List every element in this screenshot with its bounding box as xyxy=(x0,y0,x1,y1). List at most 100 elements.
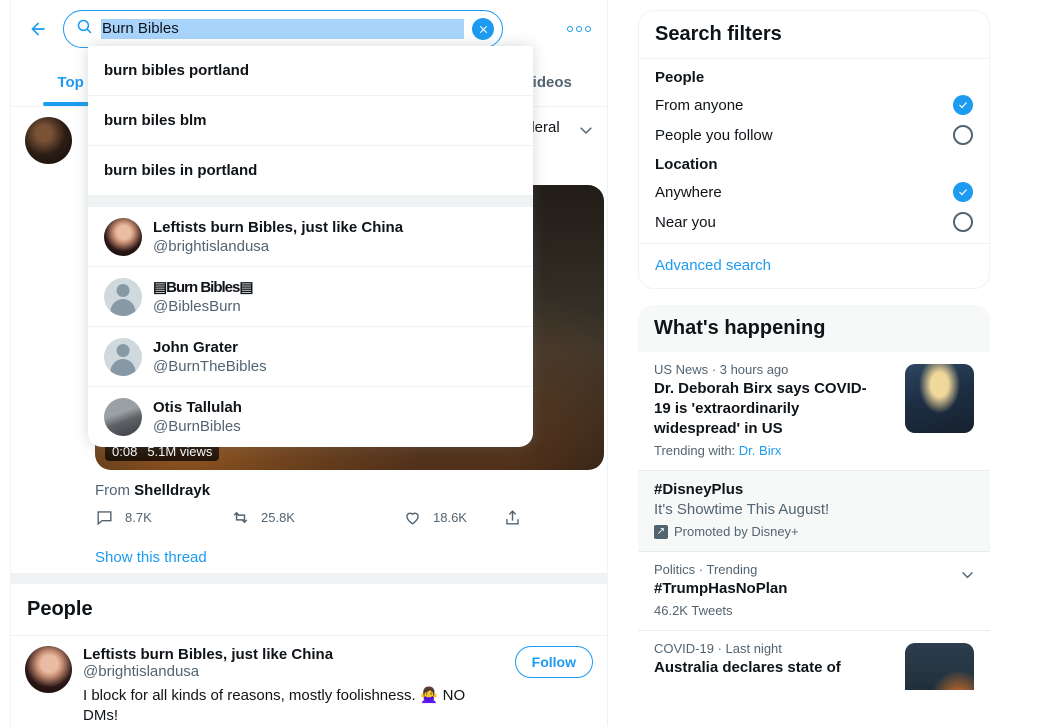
arrow-left-icon xyxy=(31,22,45,36)
radio-selected-icon[interactable] xyxy=(953,95,973,115)
trending-with-label: Trending with: xyxy=(654,443,736,458)
filter-option-near-you[interactable]: Near you xyxy=(655,207,973,237)
avatar xyxy=(104,217,142,256)
user-suggestion-text: ▤Burn Bibles▤ @BiblesBurn xyxy=(153,278,254,316)
avatar[interactable] xyxy=(25,646,72,693)
retweet-count: 25.8K xyxy=(261,510,295,525)
clear-search-button[interactable] xyxy=(472,18,494,40)
avatar xyxy=(104,277,142,316)
promoted-tagline: It's Showtime This August! xyxy=(654,501,830,518)
trending-with-link[interactable]: Dr. Birx xyxy=(739,443,782,458)
from-name[interactable]: Shelldrayk xyxy=(134,482,210,499)
user-handle: @BurnBibles xyxy=(153,418,241,435)
promoted-item[interactable]: #DisneyPlus It's Showtime This August! ↗… xyxy=(638,471,990,552)
tab-label: Top xyxy=(57,73,84,91)
search-suggestions-dropdown: burn bibles portland burn biles blm burn… xyxy=(88,46,533,447)
search-icon xyxy=(76,18,93,40)
birx-thumbnail xyxy=(905,364,974,433)
avatar[interactable] xyxy=(25,117,72,164)
person-info: Leftists burn Bibles, just like China @b… xyxy=(83,646,504,726)
user-name: John Grater xyxy=(153,338,239,356)
filter-label: Near you xyxy=(655,213,716,231)
user-suggestion-item[interactable]: John Grater @BurnTheBibles xyxy=(88,327,533,387)
tweet-source: From Shelldrayk xyxy=(95,482,210,499)
user-suggestion-item[interactable]: Otis Tallulah @BurnBibles xyxy=(88,387,533,447)
avatar xyxy=(104,398,142,436)
user-name: Leftists burn Bibles, just like China xyxy=(153,218,404,236)
reply-action[interactable]: 8.7K xyxy=(95,508,231,527)
reply-count: 8.7K xyxy=(125,510,152,525)
more-options-button[interactable] xyxy=(561,12,597,46)
share-icon xyxy=(506,510,519,525)
city-thumbnail xyxy=(905,643,974,690)
trend-meta: Politics · Trending xyxy=(654,562,758,577)
show-thread-link[interactable]: Show this thread xyxy=(95,549,207,566)
like-icon xyxy=(406,512,419,525)
filter-label: From anyone xyxy=(655,96,744,114)
user-handle: @BurnTheBibles xyxy=(153,357,267,375)
retweet-icon xyxy=(233,511,248,524)
suggestion-item[interactable]: burn biles blm xyxy=(88,96,533,146)
share-action[interactable] xyxy=(503,508,533,527)
user-suggestion-item[interactable]: Leftists burn Bibles, just like China @b… xyxy=(88,207,533,267)
trend-news-item[interactable]: COVID-19 · Last night Australia declares… xyxy=(638,631,990,690)
user-suggestion-item[interactable]: ▤Burn Bibles▤ @BiblesBurn xyxy=(88,267,533,327)
radio-unselected-icon[interactable] xyxy=(953,125,973,145)
filter-group-heading: People xyxy=(655,69,705,86)
filter-option-people-you-follow[interactable]: People you follow xyxy=(655,120,973,150)
chevron-down-icon xyxy=(962,571,973,579)
filter-label: People you follow xyxy=(655,126,773,144)
tweet-actions: 8.7K 25.8K 18.6K xyxy=(95,508,535,527)
close-icon xyxy=(479,25,487,33)
filter-option-from-anyone[interactable]: From anyone xyxy=(655,90,973,120)
suggestion-item[interactable]: burn biles in portland xyxy=(88,146,533,196)
person-handle[interactable]: @brightislandusa xyxy=(83,663,504,680)
check-icon xyxy=(959,102,967,109)
promoted-hashtag: #DisneyPlus xyxy=(654,481,744,498)
person-name[interactable]: Leftists burn Bibles, just like China xyxy=(83,646,504,663)
filter-group-people: People From anyone People you follow Loc… xyxy=(639,59,989,243)
trend-subtext: Trending with: Dr. Birx xyxy=(654,443,974,458)
advanced-search-row: Advanced search xyxy=(639,243,989,288)
trend-tweet-count: 46.2K Tweets xyxy=(654,603,733,618)
check-icon xyxy=(959,189,967,196)
user-name: ▤Burn Bibles▤ xyxy=(153,278,254,296)
like-action[interactable]: 18.6K xyxy=(403,508,503,527)
from-prefix: From xyxy=(95,482,130,499)
promoted-by-row: ↗ Promoted by Disney+ xyxy=(654,524,974,539)
user-suggestion-text: Leftists burn Bibles, just like China @b… xyxy=(153,218,403,256)
whats-happening-title: What's happening xyxy=(638,305,990,352)
trend-title: #TrumpHasNoPlan xyxy=(654,580,788,597)
search-filters-title: Search filters xyxy=(639,11,989,58)
people-section-heading: People xyxy=(11,584,607,636)
more-options-icon xyxy=(567,26,573,32)
user-handle: @brightislandusa xyxy=(153,237,270,255)
follow-button[interactable]: Follow xyxy=(514,646,593,678)
user-suggestion-text: John Grater @BurnTheBibles xyxy=(153,338,267,376)
person-bio: I block for all kinds of reasons, mostly… xyxy=(83,687,466,724)
tweet-menu-button[interactable] xyxy=(577,121,595,139)
search-input[interactable]: Burn Bibles xyxy=(101,19,464,39)
suggestion-item[interactable]: burn bibles portland xyxy=(88,46,533,96)
trend-menu-button[interactable] xyxy=(959,566,976,588)
back-button[interactable] xyxy=(21,12,55,46)
right-sidebar: Search filters People From anyone People… xyxy=(638,10,990,706)
advanced-search-link[interactable]: Advanced search xyxy=(655,257,771,274)
search-filters-card: Search filters People From anyone People… xyxy=(638,10,990,289)
radio-selected-icon[interactable] xyxy=(953,182,973,202)
search-bar[interactable]: Burn Bibles xyxy=(63,10,503,48)
person-result-row[interactable]: Leftists burn Bibles, just like China @b… xyxy=(11,636,607,726)
retweet-action[interactable]: 25.8K xyxy=(231,508,403,527)
user-name: Otis Tallulah xyxy=(153,399,242,416)
filter-label: Anywhere xyxy=(655,183,722,201)
chevron-down-icon xyxy=(580,127,592,135)
avatar xyxy=(104,337,142,376)
radio-unselected-icon[interactable] xyxy=(953,212,973,232)
user-handle: @BiblesBurn xyxy=(153,297,241,315)
reply-icon xyxy=(97,511,112,526)
trend-item[interactable]: Politics · Trending #TrumpHasNoPlan 46.2… xyxy=(638,552,990,631)
filter-option-anywhere[interactable]: Anywhere xyxy=(655,177,973,207)
section-divider xyxy=(11,573,607,584)
dropdown-divider xyxy=(88,196,533,207)
trend-news-item[interactable]: US News · 3 hours ago Dr. Deborah Birx s… xyxy=(638,352,990,471)
